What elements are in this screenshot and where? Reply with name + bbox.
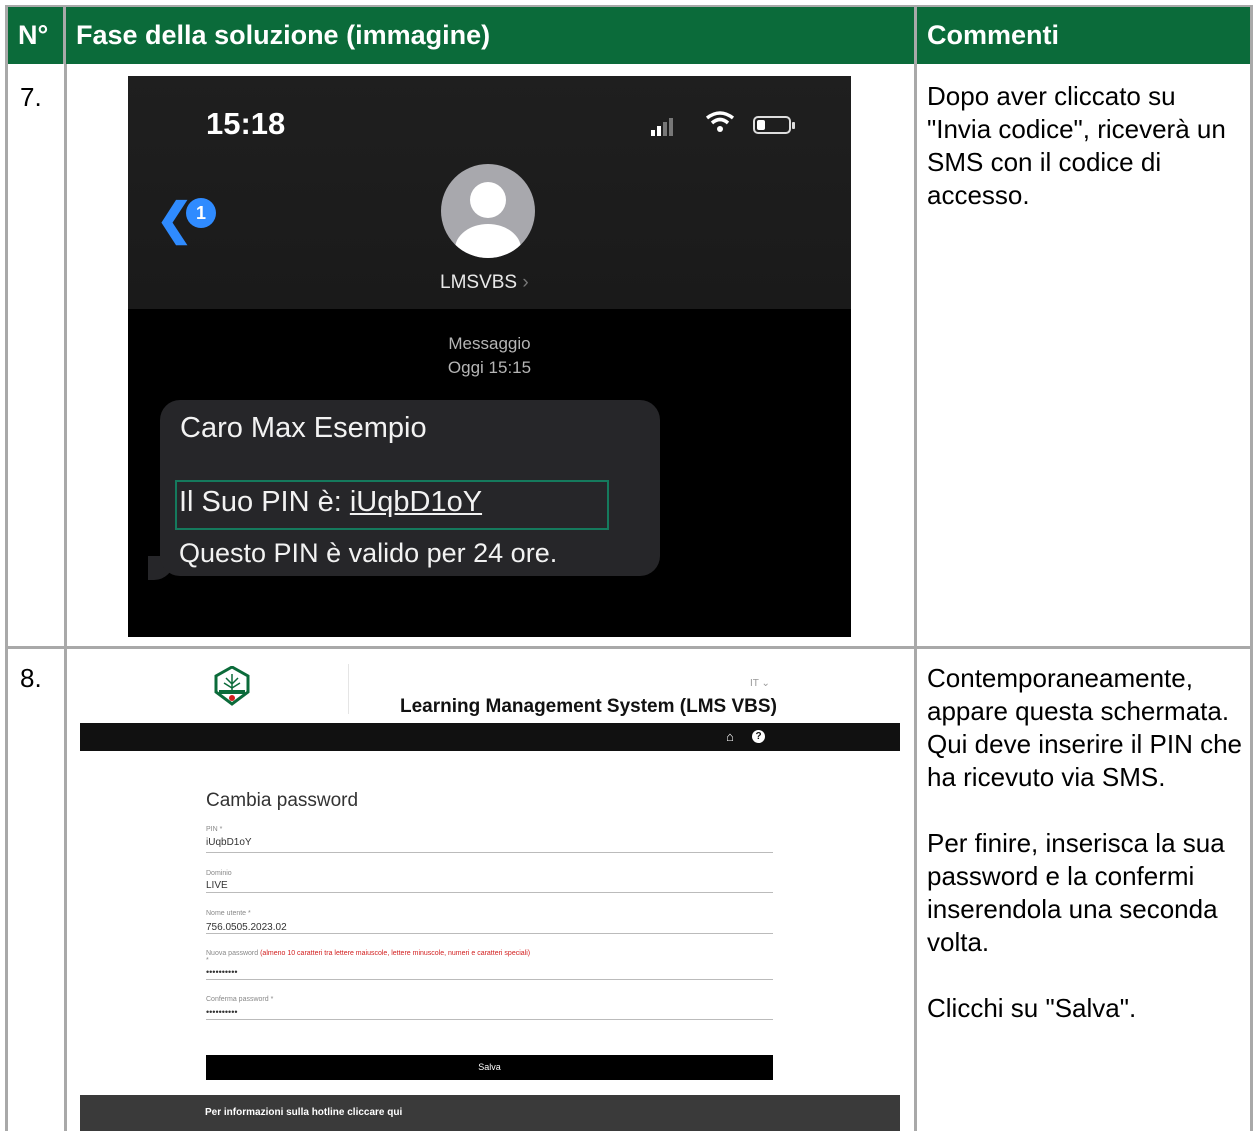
domain-label: Dominio [206, 870, 232, 877]
lms-logo-icon [214, 666, 250, 706]
row-divider [6, 646, 1252, 649]
contact-name[interactable]: LMSVBS › [440, 272, 529, 294]
sms-screenshot: 15:18 ❮ 1 LMSVBS › Messaggio Oggi 15:15 … [128, 76, 851, 637]
status-time: 15:18 [206, 106, 286, 141]
table-right-border [1250, 5, 1253, 1131]
message-time: Oggi 15:15 [447, 358, 532, 377]
col-divider-1 [64, 64, 67, 1131]
domain-input[interactable]: LIVE [206, 880, 228, 891]
language-select[interactable]: IT ⌄ [750, 678, 770, 689]
comment-paragraph: Per finire, inserisca la sua password e … [927, 828, 1225, 957]
username-input[interactable]: 756.0505.2023.02 [206, 922, 287, 933]
pin-label: PIN * [206, 826, 223, 833]
comment-paragraph: Clicchi su "Salva". [927, 993, 1137, 1023]
sms-validity: Questo PIN è valido per 24 ore. [179, 538, 558, 568]
new-password-underline [206, 979, 773, 980]
comment-paragraph: Dopo aver cliccato su "Invia codice", ri… [927, 81, 1226, 210]
confirm-password-label: Conferma password * [206, 996, 274, 1003]
table-top-border [6, 5, 1252, 7]
lms-navbar: ⌂ ? [80, 723, 900, 751]
sms-pin[interactable]: iUqbD1oY [350, 486, 482, 518]
save-button[interactable]: Salva [206, 1055, 773, 1080]
hotline-link[interactable]: Per informazioni sulla hotline cliccare … [205, 1107, 402, 1118]
form-title: Cambia password [206, 790, 359, 811]
header-separator [348, 664, 349, 714]
row-number: 7. [20, 82, 42, 112]
pin-underline [206, 852, 773, 853]
signal-icon [651, 118, 675, 136]
row-comment: Dopo aver cliccato su "Invia codice", ri… [927, 80, 1242, 245]
row-number: 8. [20, 663, 42, 693]
help-icon[interactable]: ? [752, 730, 765, 743]
new-password-label: Nuova password (almeno 10 caratteri tra … [206, 950, 531, 964]
header-col-comments: Commenti [917, 6, 1252, 64]
lms-footer: Per informazioni sulla hotline cliccare … [80, 1095, 900, 1131]
confirm-password-underline [206, 1019, 773, 1020]
battery-icon [753, 116, 795, 134]
lms-screenshot: IT ⌄ Learning Management System (LMS VBS… [80, 660, 900, 1131]
contact-avatar-icon[interactable] [441, 164, 535, 258]
wifi-icon [705, 110, 735, 141]
message-type: Messaggio [448, 334, 531, 353]
table-left-border [5, 5, 8, 1131]
row-comment: Contemporaneamente, appare questa scherm… [927, 662, 1245, 1058]
unread-badge: 1 [186, 198, 216, 228]
username-underline [206, 933, 773, 934]
domain-underline [206, 892, 773, 893]
col-divider-2 [914, 64, 917, 1131]
username-label: Nome utente * [206, 910, 251, 917]
header-col-step: Fase della soluzione (immagine) [66, 6, 917, 64]
header-col-num: N° [6, 6, 66, 64]
new-password-input[interactable]: •••••••••• [206, 967, 238, 977]
home-icon[interactable]: ⌂ [726, 729, 734, 744]
sms-greeting: Caro Max Esempio [180, 412, 427, 444]
lms-title: Learning Management System (LMS VBS) [400, 696, 777, 717]
comment-paragraph: Contemporaneamente, appare questa scherm… [927, 663, 1243, 792]
sms-pin-line: Il Suo PIN è: iUqbD1oY [179, 486, 483, 518]
pin-input[interactable]: iUqbD1oY [206, 837, 252, 848]
confirm-password-input[interactable]: •••••••••• [206, 1007, 238, 1017]
